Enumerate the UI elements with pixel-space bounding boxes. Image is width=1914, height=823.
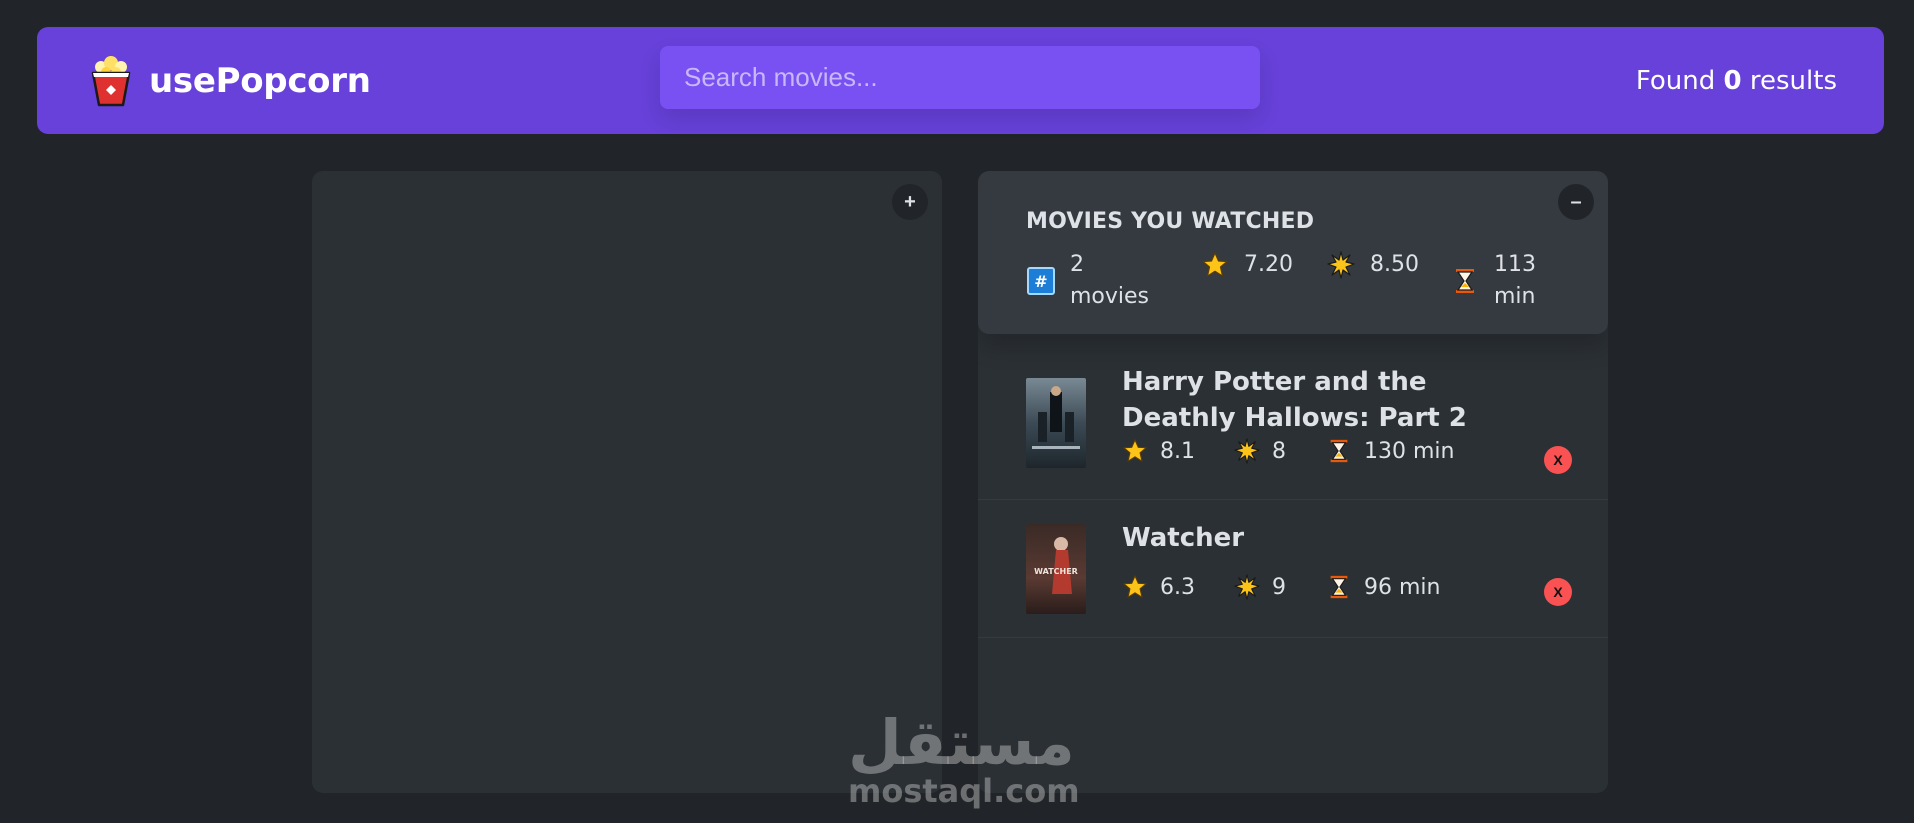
star-icon (1122, 438, 1148, 464)
summary-user-rating: 8.50 (1326, 249, 1419, 281)
list-item: WATCHER Watcher 6.3 9 96 min X (978, 500, 1608, 638)
movie-title: Watcher (1122, 523, 1245, 553)
logo: usePopcorn (89, 55, 371, 107)
movie-title: Harry Potter and the Deathly Hallows: Pa… (1122, 367, 1467, 433)
toggle-results-button[interactable]: + (892, 184, 928, 220)
glowing-star-icon (1234, 574, 1260, 600)
movie-poster: WATCHER (1026, 524, 1086, 614)
hourglass-icon (1326, 438, 1352, 464)
summary-count: # 2 movies (1026, 249, 1150, 313)
watched-summary: MOVIES YOU WATCHED # 2 movies 7.20 8.50 … (978, 171, 1608, 334)
movie-runtime: 96 min (1326, 574, 1440, 600)
toggle-watched-button[interactable]: – (1558, 184, 1594, 220)
watermark-latin: mostaql.com (848, 772, 1080, 810)
star-icon (1200, 250, 1230, 280)
svg-text:#: # (1034, 272, 1047, 291)
glowing-star-icon (1234, 438, 1260, 464)
watermark-arabic: مستقل (848, 706, 1075, 779)
summary-imdb-rating: 7.20 (1200, 249, 1293, 281)
summary-runtime: 113 min (1450, 249, 1574, 313)
list-item: Harry Potter and the Deathly Hallows: Pa… (978, 348, 1608, 500)
movie-user-rating: 9 (1234, 574, 1286, 600)
hourglass-icon (1450, 266, 1480, 296)
search-input[interactable] (660, 46, 1260, 109)
results-count: Found 0 results (1635, 66, 1837, 96)
logo-text: usePopcorn (149, 61, 371, 101)
popcorn-icon (89, 55, 133, 107)
movie-user-rating: 8 (1234, 438, 1286, 464)
movie-runtime: 130 min (1326, 438, 1454, 464)
movie-imdb-rating: 6.3 (1122, 574, 1195, 600)
delete-movie-button[interactable]: X (1544, 446, 1572, 474)
movie-imdb-rating: 8.1 (1122, 438, 1195, 464)
navbar: usePopcorn Found 0 results (37, 27, 1884, 134)
delete-movie-button[interactable]: X (1544, 578, 1572, 606)
hash-icon: # (1026, 266, 1056, 296)
search-results-box: + (312, 171, 942, 793)
summary-title: MOVIES YOU WATCHED (1026, 209, 1315, 234)
glowing-star-icon (1326, 250, 1356, 280)
poster-text: WATCHER (1034, 567, 1078, 576)
star-icon (1122, 574, 1148, 600)
watermark: مستقل mostaql.com (848, 706, 1080, 812)
hourglass-icon (1326, 574, 1352, 600)
watched-box: – MOVIES YOU WATCHED # 2 movies 7.20 8.5… (978, 171, 1608, 793)
movie-poster (1026, 378, 1086, 468)
